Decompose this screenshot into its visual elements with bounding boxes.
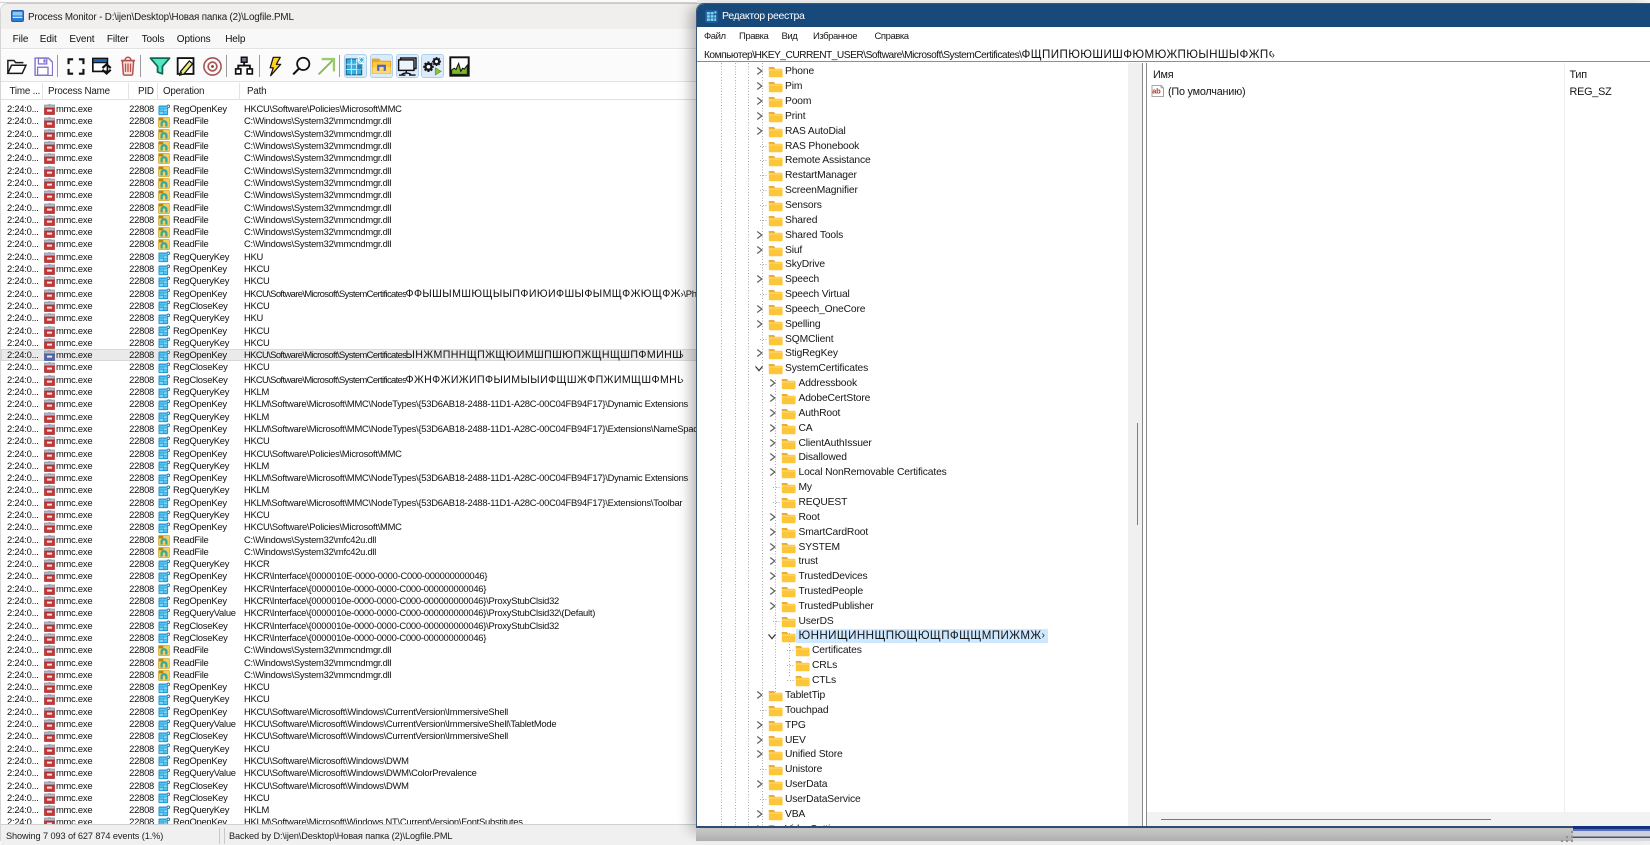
svg-text:ab: ab [1152, 86, 1161, 95]
